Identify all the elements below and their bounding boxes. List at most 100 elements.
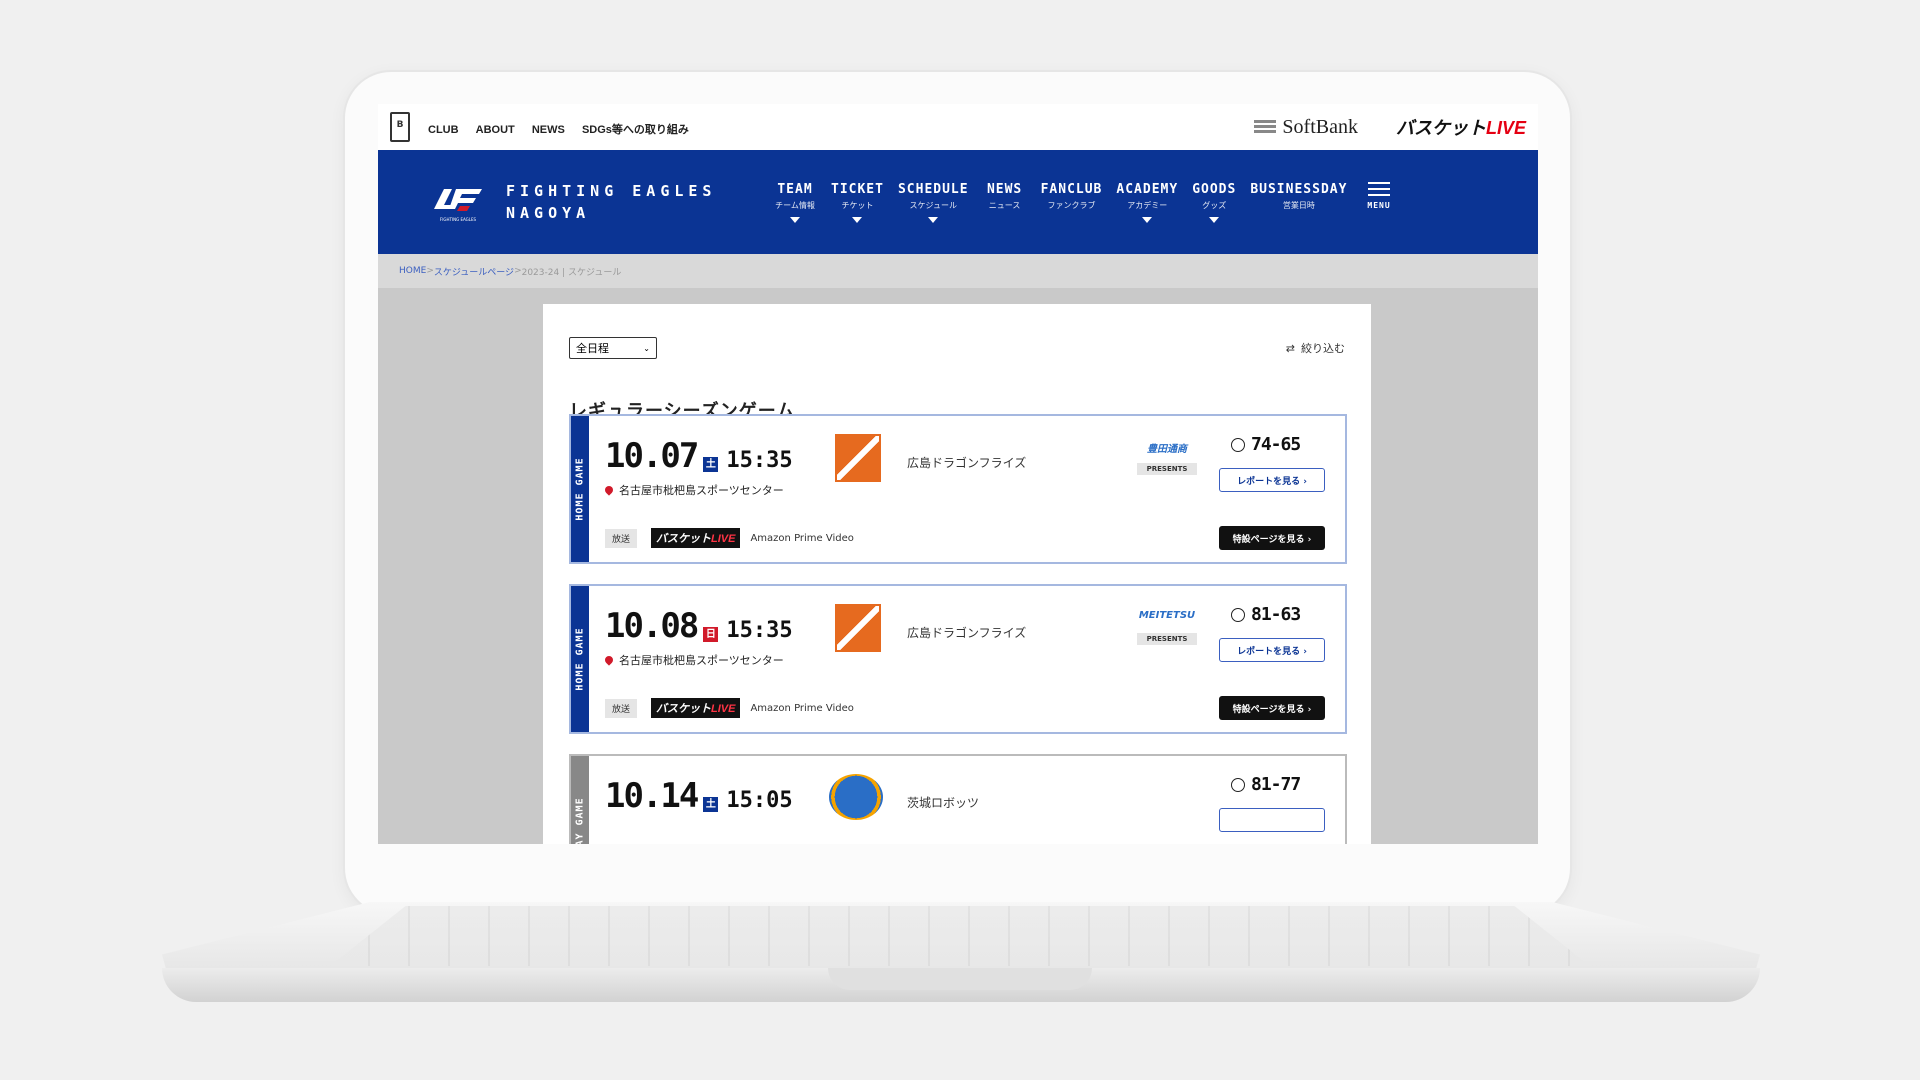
- score-value: 81-63: [1251, 604, 1301, 625]
- game-date: 10.07: [605, 436, 699, 476]
- special-page-button[interactable]: 特設ページを見る ›: [1219, 696, 1325, 720]
- opponent-name[interactable]: 広島ドラゴンフライズ: [907, 454, 1026, 471]
- day-of-week-badge: 土: [703, 797, 719, 812]
- special-page-button[interactable]: 特設ページを見る ›: [1219, 526, 1325, 550]
- nav-item-schedule[interactable]: SCHEDULE スケジュール: [898, 182, 969, 223]
- breadcrumb-schedule[interactable]: スケジュールページ: [434, 265, 514, 278]
- presents-badge: PRESENTS: [1136, 633, 1198, 645]
- top-link-about[interactable]: ABOUT: [476, 124, 515, 136]
- game-score: 81-77: [1231, 774, 1301, 795]
- game-datetime: 10.07 土 15:35: [605, 436, 793, 476]
- broadcast-service: Amazon Prime Video: [750, 702, 854, 714]
- side-tag-label: AWAY GAME: [574, 797, 586, 844]
- nav-label-en: NEWS: [986, 181, 1023, 197]
- nav-label-jp: スケジュール: [909, 200, 957, 210]
- nav-label-en: BUSINESSDAY: [1250, 181, 1348, 197]
- top-link-club[interactable]: CLUB: [428, 124, 459, 136]
- venue-name: 名古屋市枇杷島スポーツセンター: [619, 484, 784, 497]
- win-circle-icon: [1231, 607, 1245, 622]
- nav-label-en: ACADEMY: [1116, 181, 1179, 197]
- broadcast-service: Amazon Prime Video: [750, 532, 854, 544]
- win-circle-icon: [1231, 777, 1245, 792]
- chevron-down-icon: ⌄: [643, 343, 650, 353]
- breadcrumb: HOME > スケジュールページ > 2023-24 | スケジュール: [378, 254, 1538, 288]
- game-score: 74-65: [1231, 434, 1301, 455]
- caret-down-icon: [852, 216, 863, 223]
- softbank-text: SoftBank: [1282, 115, 1358, 138]
- broadcast-tag: 放送: [605, 528, 638, 548]
- side-tag-label: HOME GAME: [574, 627, 586, 691]
- view-report-button[interactable]: [1219, 808, 1325, 832]
- basket-live-suffix: LIVE: [711, 703, 736, 715]
- menu-button[interactable]: MENU: [1367, 181, 1391, 210]
- nav-items: TEAM チーム情報 TICKET チケット SCHEDULE スケジュール NEWS…: [773, 181, 1391, 223]
- caret-down-icon: [790, 216, 800, 223]
- nav-item-ticket[interactable]: TICKET チケット: [831, 182, 884, 223]
- basket-live-badge[interactable]: バスケットLIVE: [651, 698, 741, 718]
- filter-sliders-icon: ⇄: [1285, 341, 1295, 355]
- dragonflies-logo-icon: [835, 604, 881, 652]
- nav-label-en: TICKET: [831, 181, 884, 197]
- game-datetime: 10.14 土 15:05: [605, 776, 793, 816]
- top-link-news[interactable]: NEWS: [532, 124, 565, 136]
- hamburger-icon: [1368, 181, 1391, 196]
- nav-item-academy[interactable]: ACADEMY アカデミー: [1116, 182, 1178, 223]
- top-links: CLUB ABOUT NEWS SDGs等への取り組み: [428, 118, 701, 137]
- game-card: HOME GAME 10.07 土 15:35 名古屋市枇杷島スポーツセンター …: [569, 414, 1347, 564]
- opponent-name[interactable]: 茨城ロボッツ: [907, 794, 979, 811]
- breadcrumb-home[interactable]: HOME: [399, 266, 426, 276]
- side-tag: AWAY GAME: [571, 756, 589, 844]
- nav-label-jp: チーム情報: [775, 200, 815, 210]
- period-select[interactable]: 全日程 ⌄: [569, 337, 657, 359]
- nav-label-jp: 営業日時: [1282, 200, 1315, 210]
- basket-live-badge[interactable]: バスケットLIVE: [651, 528, 741, 548]
- game-time: 15:35: [726, 618, 793, 643]
- day-of-week-badge: 日: [703, 627, 719, 642]
- dragonflies-logo-icon: [835, 434, 881, 482]
- nav-item-businessday[interactable]: BUSINESSDAY 営業日時: [1250, 182, 1347, 211]
- venue-name: 名古屋市枇杷島スポーツセンター: [619, 654, 784, 667]
- view-report-button[interactable]: レポートを見る ›: [1219, 638, 1325, 662]
- nav-label-en: TEAM: [777, 181, 813, 197]
- club-name: FIGHTING EAGLES NAGOYA: [506, 180, 716, 224]
- nav-label-jp: ファンクラブ: [1047, 200, 1096, 210]
- nav-label-en: FANCLUB: [1040, 181, 1103, 197]
- game-date: 10.14: [605, 776, 699, 816]
- laptop-notch: [828, 968, 1092, 990]
- club-brand[interactable]: FIGHTING EAGLES FIGHTING EAGLES NAGOYA: [430, 180, 735, 224]
- broadcast-info: 放送 バスケットLIVE Amazon Prime Video: [605, 528, 854, 548]
- game-time: 15:05: [726, 788, 793, 813]
- venue: 名古屋市枇杷島スポーツセンター: [603, 482, 784, 498]
- nav-item-news[interactable]: NEWS ニュース: [983, 182, 1027, 211]
- breadcrumb-separator: >: [514, 266, 522, 276]
- b-league-logo[interactable]: B: [390, 112, 410, 142]
- schedule-panel: 全日程 ⌄ ⇄ 絞り込む レギュラーシーズンゲーム HOME GAME 10.0…: [543, 304, 1371, 844]
- nav-item-fanclub[interactable]: FANCLUB ファンクラブ: [1041, 182, 1103, 211]
- top-sponsors: SoftBank バスケットLIVE: [1254, 114, 1526, 140]
- basket-live-prefix: バスケット: [656, 533, 712, 545]
- top-link-sdgs[interactable]: SDGs等への取り組み: [582, 124, 689, 136]
- side-tag: HOME GAME: [571, 416, 589, 562]
- opponent-name[interactable]: 広島ドラゴンフライズ: [907, 624, 1026, 641]
- refine-button[interactable]: ⇄ 絞り込む: [1286, 340, 1345, 356]
- caret-down-icon: [1142, 216, 1153, 223]
- nav-item-team[interactable]: TEAM チーム情報: [773, 182, 817, 223]
- refine-label: 絞り込む: [1301, 342, 1345, 355]
- menu-label: MENU: [1367, 200, 1391, 210]
- basket-live-suffix: LIVE: [711, 533, 736, 545]
- nav-label-jp: ニュース: [988, 200, 1021, 210]
- nav-label-jp: グッズ: [1202, 200, 1227, 210]
- basket-live-logo[interactable]: バスケットLIVE: [1396, 114, 1526, 140]
- breadcrumb-current: 2023-24 | スケジュール: [521, 267, 622, 278]
- softbank-logo[interactable]: SoftBank: [1254, 116, 1358, 139]
- nav-item-goods[interactable]: GOODS グッズ: [1192, 182, 1236, 223]
- game-card: AWAY GAME 10.14 土 15:05 茨城ロボッツ 81-77: [569, 754, 1347, 844]
- logo-caption: FIGHTING EAGLES: [440, 217, 477, 222]
- view-report-button[interactable]: レポートを見る ›: [1219, 468, 1325, 492]
- win-circle-icon: [1231, 437, 1245, 452]
- score-value: 81-77: [1251, 774, 1301, 795]
- game-sponsor: 豊田通商 PRESENTS: [1133, 440, 1201, 475]
- laptop-keyboard: [330, 906, 1590, 966]
- side-tag: HOME GAME: [571, 586, 589, 732]
- breadcrumb-separator: >: [426, 266, 434, 276]
